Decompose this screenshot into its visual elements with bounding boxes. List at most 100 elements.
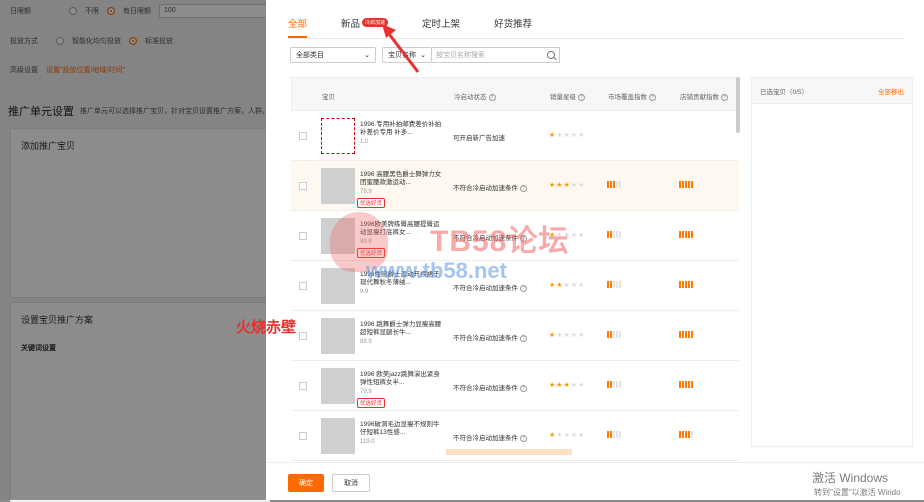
remove-all-button[interactable]: 全部移出	[878, 86, 904, 96]
status-text: 不符合冷启动加速条件	[453, 285, 518, 292]
index-bars	[607, 281, 621, 288]
header-label: 市场覆盖指数	[608, 94, 647, 101]
row-checkbox[interactable]	[299, 282, 307, 290]
index-bars	[607, 381, 621, 388]
item-title: 1996 欧美jazz跳舞演出紧身弹性短裤女半...	[360, 371, 440, 386]
table-row[interactable]: 1996.专用补拍邮费差价补拍 补差价专用 补多... 1.0 可开启新广告加速 ★★…	[291, 111, 739, 161]
item-price: 79.9	[360, 189, 372, 195]
search-placeholder: 按宝贝名称搜索	[436, 52, 485, 59]
status-text: 不符合冷启动加速条件	[453, 385, 518, 392]
index-bars	[607, 431, 621, 438]
sales-stars: ★★★★★	[549, 332, 586, 339]
help-icon[interactable]: ?	[520, 285, 527, 292]
row-checkbox[interactable]	[299, 182, 307, 190]
select-value: 全部类目	[296, 52, 324, 59]
index-bars	[679, 231, 693, 238]
header-market: 市场覆盖指数?	[608, 91, 656, 101]
index-bars	[607, 231, 621, 238]
search-input[interactable]: 按宝贝名称搜索	[432, 47, 560, 63]
item-thumbnail	[321, 268, 355, 304]
row-checkbox[interactable]	[299, 382, 307, 390]
tab-scheduled[interactable]: 定时上架	[422, 10, 460, 36]
chevron-down-icon: ⌄	[364, 52, 370, 59]
index-bars	[679, 431, 693, 438]
vertical-scrollbar[interactable]	[736, 77, 740, 133]
index-bars	[679, 281, 693, 288]
index-bars	[607, 331, 621, 338]
help-icon[interactable]: ?	[520, 385, 527, 392]
filter-row: 全部类目 ⌄ 宝贝名称 ⌄ 按宝贝名称搜索	[290, 47, 560, 63]
header-status: 冷启动状态?	[454, 91, 496, 101]
item-tag: 优选好货	[357, 198, 386, 208]
item-title: 1996 高腰黑色爵士舞弹力女团蜜腰款激运动...	[360, 171, 442, 186]
item-thumbnail	[321, 168, 355, 204]
header-store: 店铺贡献指数?	[680, 91, 728, 101]
item-title: 1996 跳舞爵士弹力显瘦高腰超短裤显腿长牛...	[360, 321, 442, 336]
item-price: 119.0	[360, 439, 375, 445]
tab-label: 好货推荐	[494, 19, 533, 30]
sales-stars: ★★★★★	[549, 282, 586, 289]
index-bars	[679, 331, 693, 338]
row-checkbox[interactable]	[299, 432, 307, 440]
item-status: 不符合冷启动加速条件?	[453, 332, 527, 342]
selected-count: 已选宝贝（0/5）	[760, 88, 809, 96]
sales-stars: ★★★★★	[549, 432, 586, 439]
tab-label: 定时上架	[422, 19, 461, 30]
item-status: 不符合冷启动加速条件?	[453, 182, 527, 192]
item-thumbnail	[321, 368, 355, 404]
footer-divider	[266, 462, 924, 463]
item-tag: 优选好货	[357, 398, 386, 408]
cancel-button[interactable]: 取消	[332, 474, 370, 492]
tab-recommended[interactable]: 好货推荐	[494, 10, 532, 36]
confirm-button[interactable]: 确定	[288, 474, 324, 492]
tab-label: 全部	[288, 19, 308, 30]
horizontal-scrollbar[interactable]	[446, 449, 572, 455]
help-icon[interactable]: ?	[520, 335, 527, 342]
header-label: 销量星级	[550, 94, 576, 101]
search-icon[interactable]	[547, 51, 555, 59]
status-text: 不符合冷启动加速条件	[453, 185, 518, 192]
item-thumbnail	[321, 318, 355, 354]
status-text: 不符合冷启动加速条件	[453, 335, 518, 342]
tab-label: 新品	[341, 19, 361, 30]
item-thumbnail	[321, 418, 355, 454]
header-label: 店铺贡献指数	[680, 94, 719, 101]
category-select[interactable]: 全部类目 ⌄	[290, 47, 376, 63]
item-title: 1996.专用补拍邮费差价补拍 补差价专用 补多...	[360, 121, 442, 136]
selected-items-panel: 已选宝贝（0/5） 全部移出	[751, 77, 913, 447]
header-label: 冷启动状态	[454, 94, 487, 101]
sales-stars: ★★★★★	[549, 182, 586, 189]
help-icon[interactable]: ?	[488, 94, 496, 101]
help-icon[interactable]: ?	[649, 94, 656, 101]
tab-all[interactable]: 全部	[288, 10, 308, 38]
watermark-title: TB58论坛	[430, 225, 570, 258]
index-bars	[679, 381, 693, 388]
item-price: 79.9	[360, 389, 372, 395]
index-bars	[607, 181, 621, 188]
row-checkbox[interactable]	[299, 232, 307, 240]
table-row[interactable]: 1996 高腰黑色爵士舞弹力女团蜜腰款激运动... 79.9 优选好货 不符合冷启动加…	[291, 161, 739, 211]
windows-activation-title: 激活 Windows	[812, 471, 889, 485]
table-row[interactable]: 1996 跳舞爵士弹力显瘦高腰超短裤显腿长牛... 89.9 不符合冷启动加速条件?…	[291, 311, 739, 361]
row-checkbox[interactable]	[299, 332, 307, 340]
help-icon[interactable]: ?	[578, 94, 585, 101]
help-icon[interactable]: ?	[520, 185, 527, 192]
item-price: 1.0	[360, 139, 369, 145]
item-price: 89.9	[360, 339, 372, 345]
help-icon[interactable]: ?	[721, 94, 728, 101]
status-text: 不符合冷启动加速条件	[453, 435, 518, 442]
table-header: 宝贝 冷启动状态? 销量星级? 市场覆盖指数? 店铺贡献指数?	[291, 77, 739, 111]
header-item: 宝贝	[322, 94, 335, 101]
overlay-annotation-text: 火烧赤壁	[236, 319, 297, 336]
selected-header: 已选宝贝（0/5） 全部移出	[752, 78, 912, 104]
sales-stars: ★★★★★	[549, 382, 586, 389]
sales-stars: ★★★★★	[549, 132, 586, 139]
status-text: 可开启新广告加速	[453, 135, 505, 142]
annotation-arrow-icon	[382, 24, 420, 73]
help-icon[interactable]: ?	[520, 435, 527, 442]
item-status: 不符合冷启动加速条件?	[453, 432, 527, 442]
table-row[interactable]: 1996 欧美jazz跳舞演出紧身弹性短裤女半... 79.9 优选好货 不符合冷启动…	[291, 361, 739, 411]
item-title: 1996破洞毛边显瘦不规则牛仔短裤13性感...	[360, 421, 440, 436]
row-checkbox[interactable]	[299, 132, 307, 140]
item-status: 不符合冷启动加速条件?	[453, 382, 527, 392]
